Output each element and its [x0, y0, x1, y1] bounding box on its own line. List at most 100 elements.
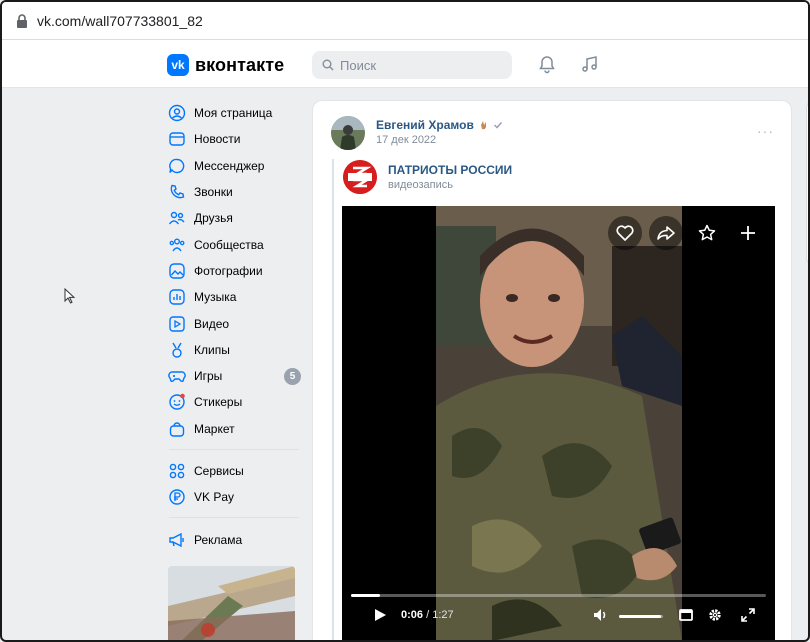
- volume-icon[interactable]: [593, 607, 609, 623]
- sidebar-item-label: Мессенджер: [194, 158, 265, 173]
- sidebar-item-label: Маркет: [194, 421, 235, 436]
- sidebar-item[interactable]: Музыка: [167, 284, 307, 310]
- megaphone-icon: [169, 532, 184, 547]
- author-avatar[interactable]: [331, 116, 365, 150]
- like-video-button[interactable]: [608, 216, 642, 250]
- friends-icon: [168, 212, 185, 225]
- add-video-button[interactable]: [731, 216, 765, 250]
- sidebar-item[interactable]: Звонки: [167, 179, 307, 205]
- message-icon: [169, 158, 185, 173]
- video-frame: [342, 206, 775, 640]
- vk-logo-text: вконтакте: [195, 54, 285, 75]
- repost-type: видеозапись: [388, 179, 454, 191]
- vk-header: vk вконтакте Поиск: [2, 40, 808, 88]
- communities-icon: [169, 238, 185, 252]
- author-name[interactable]: Евгений Храмов: [376, 118, 503, 132]
- share-icon: [657, 226, 675, 240]
- sidebar-item[interactable]: Маркет: [167, 416, 307, 442]
- left-sidebar: Моя страница Новости Мессенджер Звонки Друзь…: [167, 100, 307, 553]
- sidebar-item[interactable]: VK Pay: [167, 484, 307, 510]
- sidebar-divider: [169, 448, 299, 450]
- gamepad-icon: [168, 371, 186, 383]
- sidebar-item[interactable]: Сообщества: [167, 231, 307, 257]
- sidebar-item-label: Моя страница: [194, 106, 273, 121]
- video-icon: [169, 315, 185, 332]
- repost-group-name[interactable]: ПАТРИОТЫ РОССИИ: [388, 163, 512, 177]
- volume-slider[interactable]: [619, 615, 663, 618]
- share-video-button[interactable]: [649, 216, 683, 250]
- search-icon: [322, 59, 334, 71]
- settings-gear-icon[interactable]: [707, 607, 723, 623]
- bell-icon[interactable]: [537, 54, 557, 74]
- music-note-icon[interactable]: [580, 54, 600, 74]
- sidebar-item-label: Клипы: [194, 342, 230, 357]
- sidebar-item[interactable]: Фотографии: [167, 258, 307, 284]
- browser-window: vk.com/wall707733801_82 vk вконтакте Пои…: [0, 0, 810, 642]
- address-bar[interactable]: vk.com/wall707733801_82: [2, 2, 808, 40]
- hand-emoji-icon: [480, 121, 486, 130]
- sidebar-item[interactable]: Мессенджер: [167, 153, 307, 179]
- sidebar-item[interactable]: Стикеры: [167, 389, 307, 415]
- sidebar-item-label: VK Pay: [194, 490, 235, 505]
- sidebar-item-label: Игры: [194, 369, 223, 384]
- vk-logo-mark: vk: [167, 54, 189, 76]
- sidebar-item-label: Друзья: [194, 211, 233, 226]
- vk-logo[interactable]: vk вконтакте: [167, 54, 284, 76]
- video-current-time: 0:06: [401, 609, 424, 621]
- favorite-video-button[interactable]: [690, 216, 724, 250]
- sidebar-item[interactable]: Игры 5: [167, 363, 307, 389]
- video-player[interactable]: 0:06 / 1:27: [342, 206, 775, 640]
- music-icon: [169, 289, 185, 305]
- right-panel-edge: [806, 100, 808, 266]
- sidebar-item-label: Звонки: [194, 185, 233, 200]
- author-name-text: Евгений Храмов: [376, 118, 474, 132]
- sidebar-item-label: Реклама: [194, 532, 243, 547]
- sidebar-item[interactable]: Моя страница: [167, 100, 307, 126]
- post-card: Евгений Храмов 17 дек 2022 ··· ПАТРИОТЫ …: [312, 100, 792, 640]
- services-icon: [169, 463, 185, 479]
- video-progress-bar[interactable]: [351, 594, 766, 597]
- group-avatar[interactable]: [343, 160, 377, 194]
- sidebar-item[interactable]: Видео: [167, 310, 307, 336]
- sidebar-item[interactable]: Клипы: [167, 337, 307, 363]
- lock-icon: [17, 13, 27, 28]
- news-icon: [169, 132, 185, 147]
- check-icon: [493, 121, 502, 129]
- clips-icon: [172, 342, 182, 358]
- sidebar-item[interactable]: Сервисы: [167, 458, 307, 484]
- sidebar-item[interactable]: Новости: [167, 126, 307, 152]
- phone-icon: [170, 184, 185, 199]
- heart-icon: [616, 225, 634, 241]
- repost-line: [332, 159, 334, 640]
- sidebar-item-label: Сообщества: [194, 237, 264, 252]
- vkpay-icon: [169, 489, 185, 505]
- search-input[interactable]: Поиск: [312, 51, 512, 79]
- sidebar-item-label: Фотографии: [194, 263, 263, 278]
- star-icon: [698, 224, 716, 241]
- volume-fill: [619, 615, 661, 618]
- post-date[interactable]: 17 дек 2022: [376, 134, 436, 146]
- play-icon[interactable]: [372, 607, 388, 623]
- sticker-icon: [169, 394, 185, 411]
- video-time: 0:06 / 1:27: [401, 609, 454, 621]
- ad-image[interactable]: [168, 566, 295, 640]
- sidebar-item-label: Музыка: [194, 290, 237, 305]
- fullscreen-icon[interactable]: [740, 607, 756, 623]
- sidebar-item[interactable]: Реклама: [167, 526, 307, 552]
- sidebar-item-label: Сервисы: [194, 464, 244, 478]
- photo-icon: [169, 263, 185, 279]
- sidebar-divider: [169, 517, 299, 519]
- plus-icon: [741, 226, 755, 240]
- url-text[interactable]: vk.com/wall707733801_82: [37, 13, 203, 29]
- search-placeholder: Поиск: [340, 57, 377, 73]
- sidebar-item-label: Стикеры: [194, 395, 243, 410]
- sidebar-item[interactable]: Друзья: [167, 205, 307, 231]
- more-options-button[interactable]: ···: [757, 123, 774, 139]
- video-progress-fill: [351, 594, 381, 597]
- user-circle-icon: [168, 104, 186, 122]
- video-duration: / 1:27: [426, 609, 454, 621]
- sidebar-item-label: Новости: [194, 132, 241, 147]
- notification-badge: 5: [284, 367, 301, 385]
- sidebar-item-label: Видео: [194, 316, 230, 331]
- miniplayer-icon[interactable]: [678, 607, 694, 623]
